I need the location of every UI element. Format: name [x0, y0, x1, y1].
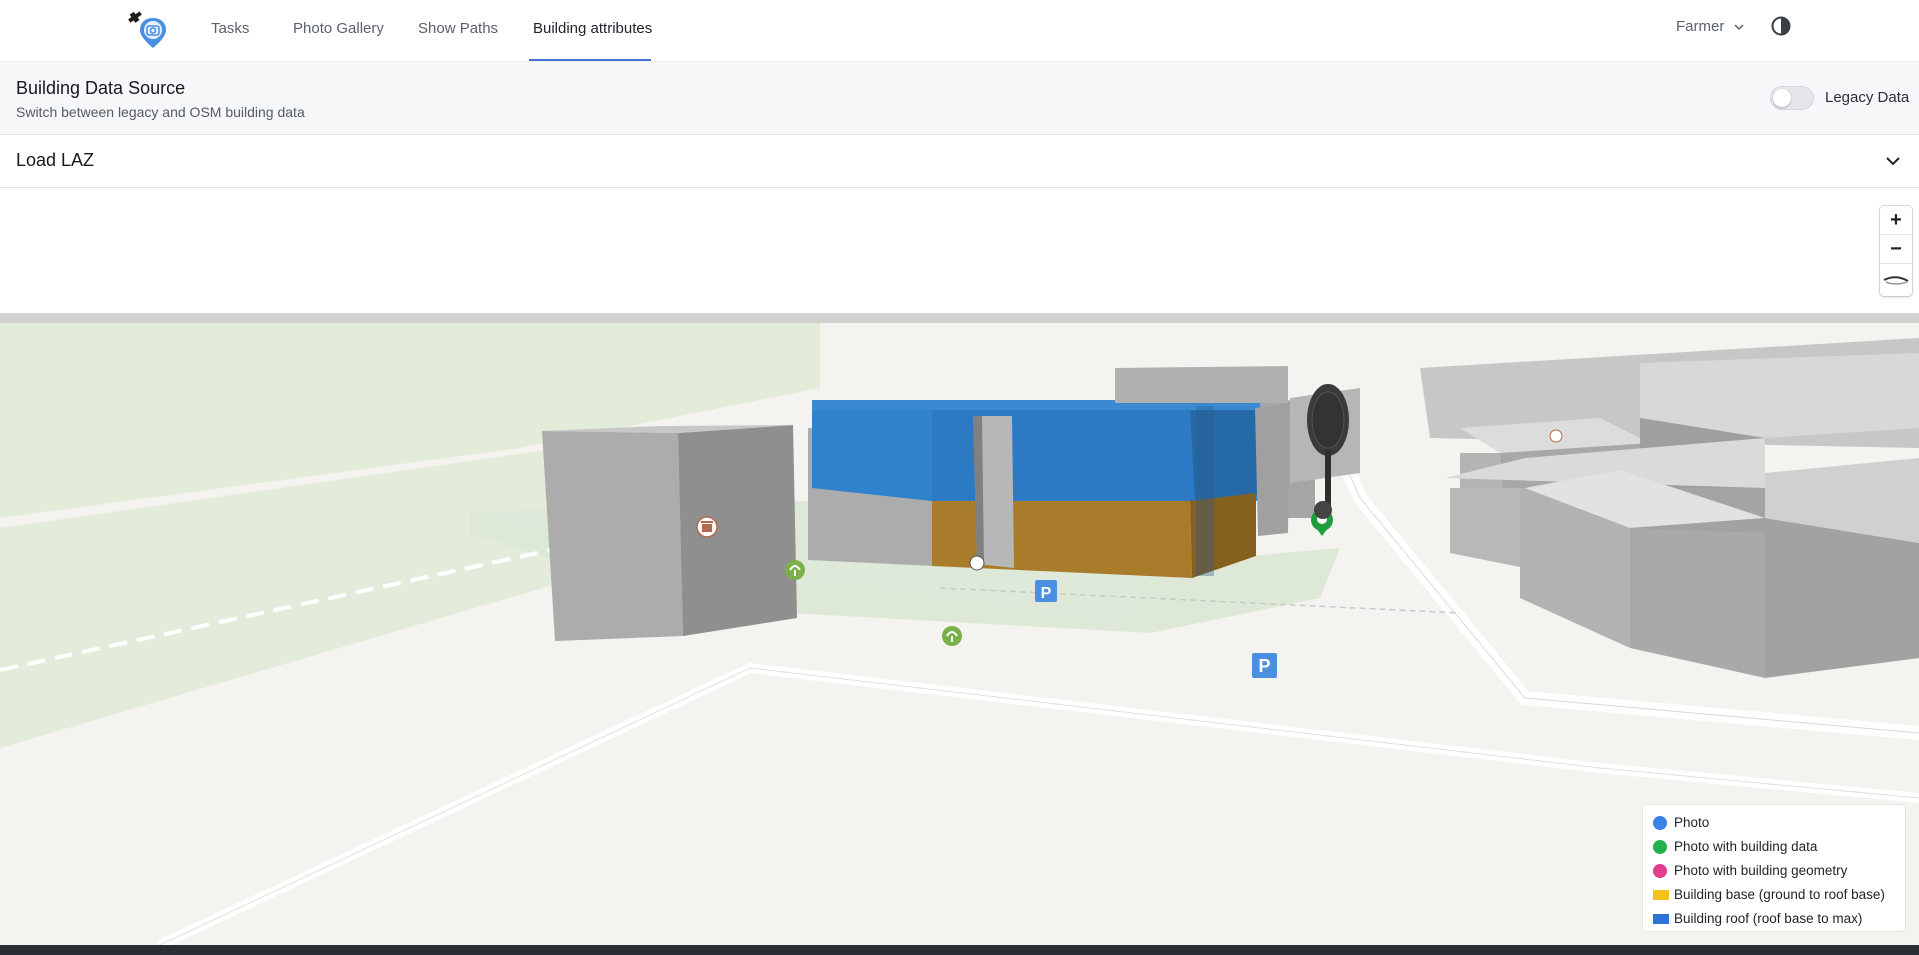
map-legend: Photo Photo with building data Photo wit…: [1643, 805, 1905, 931]
legend-item: Photo: [1643, 811, 1905, 835]
legend-swatch: [1653, 840, 1667, 854]
source-title: Building Data Source: [16, 78, 186, 98]
legend-item: Building roof (roof base to max): [1643, 907, 1905, 931]
legend-label: Building base (ground to roof base): [1674, 887, 1885, 902]
legend-label: Photo with building geometry: [1674, 863, 1848, 878]
legend-swatch: [1653, 914, 1669, 924]
building-data-source-panel: Building Data Source Switch between lega…: [0, 61, 1919, 135]
waste-basket-icon[interactable]: [696, 516, 718, 538]
svg-text:P: P: [1041, 585, 1052, 602]
load-laz-title: Load LAZ: [16, 150, 95, 170]
waste-basket-icon[interactable]: [1549, 429, 1563, 443]
contrast-icon[interactable]: [1770, 15, 1792, 37]
garden-icon[interactable]: [942, 626, 962, 646]
legacy-data-toggle[interactable]: [1770, 86, 1814, 110]
svg-text:P: P: [1258, 656, 1270, 676]
legend-item: Photo with building data: [1643, 835, 1905, 859]
tab-show-paths[interactable]: Show Paths: [418, 0, 498, 61]
photo-marker-icon[interactable]: [969, 555, 985, 571]
zoom-in-button[interactable]: +: [1880, 206, 1912, 235]
tab-photo-gallery[interactable]: Photo Gallery: [293, 0, 384, 61]
tab-tasks[interactable]: Tasks: [211, 0, 249, 61]
garden-icon[interactable]: [785, 560, 805, 580]
user-name: Farmer: [1676, 18, 1725, 35]
zoom-out-button[interactable]: −: [1880, 235, 1912, 264]
legend-swatch: [1653, 864, 1667, 878]
bottom-border: [0, 945, 1919, 955]
legend-label: Building roof (roof base to max): [1674, 911, 1863, 926]
load-laz-accordion[interactable]: Load LAZ: [0, 135, 1919, 188]
map-scene: P P: [0, 188, 1919, 945]
legacy-data-label: Legacy Data: [1825, 89, 1910, 106]
chevron-down-icon: [1734, 23, 1744, 30]
toggle-knob: [1773, 89, 1791, 107]
tab-building-attributes[interactable]: Building attributes: [529, 0, 652, 61]
map-3d-view[interactable]: P P + − Photo Photo with building data P…: [0, 188, 1919, 945]
source-subtitle: Switch between legacy and OSM building d…: [16, 104, 305, 120]
top-nav: Tasks Photo Gallery Show Paths Building …: [0, 0, 1919, 61]
legend-swatch: [1653, 890, 1669, 900]
legend-swatch: [1653, 816, 1667, 830]
user-menu[interactable]: Farmer: [1676, 18, 1744, 35]
legend-label: Photo: [1674, 815, 1710, 830]
compass-icon[interactable]: [1880, 264, 1912, 296]
legend-label: Photo with building data: [1674, 839, 1818, 854]
legend-item: Photo with building geometry: [1643, 859, 1905, 883]
legend-item: Building base (ground to roof base): [1643, 883, 1905, 907]
parking-icon[interactable]: P: [1035, 580, 1057, 602]
zoom-control: + −: [1880, 206, 1912, 296]
chevron-down-icon: [1886, 157, 1900, 166]
parking-icon[interactable]: P: [1252, 653, 1277, 678]
app-logo-icon[interactable]: [126, 8, 170, 50]
